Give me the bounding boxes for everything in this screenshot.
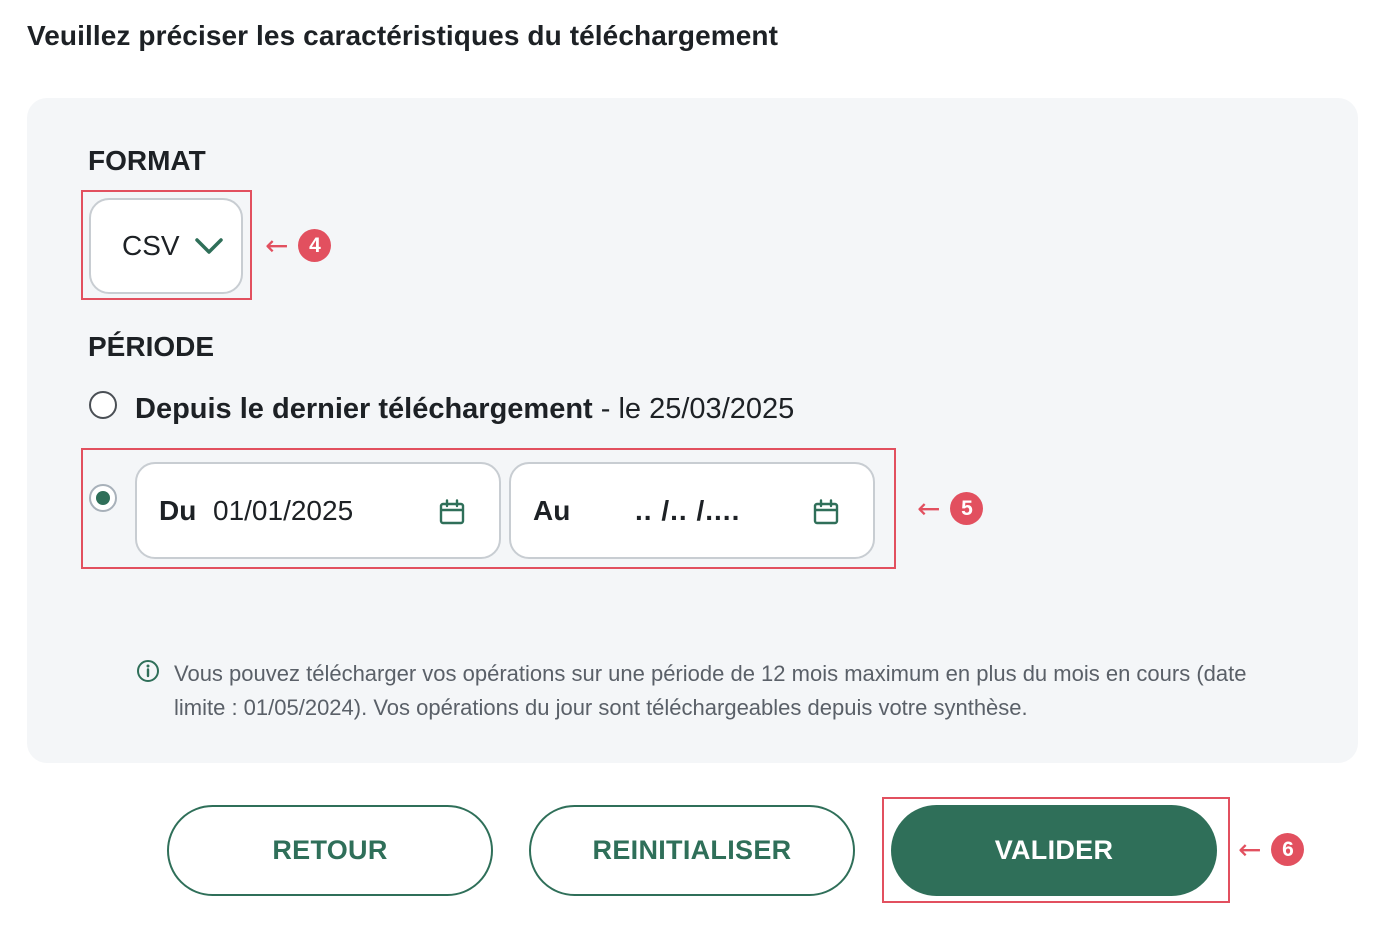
date-to-label: Au — [533, 495, 571, 526]
date-to-value: .. /.. /.... — [635, 495, 741, 526]
since-last-download-title: Depuis le dernier téléchargement — [135, 393, 593, 425]
radio-date-range[interactable] — [89, 484, 117, 512]
info-text: Vous pouvez télécharger vos opérations s… — [174, 661, 1247, 720]
format-select[interactable]: CSV — [89, 198, 243, 294]
calendar-icon[interactable] — [439, 499, 465, 526]
since-last-download-label[interactable]: Depuis le dernier téléchargement - le 25… — [135, 393, 794, 426]
format-select-value: CSV — [122, 230, 180, 261]
calendar-icon[interactable] — [813, 499, 839, 526]
reset-button[interactable]: REINITIALISER — [529, 805, 855, 896]
callout-number: 5 — [950, 492, 984, 525]
arrow-left-icon: ← — [917, 491, 941, 525]
callout-number: 6 — [1271, 833, 1305, 866]
date-from-field[interactable]: Du 01/01/2025 — [135, 462, 501, 559]
last-download-date: - le 25/03/2025 — [592, 393, 795, 425]
arrow-left-icon: ← — [1238, 832, 1262, 866]
radio-since-last-download[interactable] — [89, 391, 117, 419]
info-note: Vous pouvez télécharger vos opérations s… — [136, 657, 1284, 725]
callout-submit: ← 6 — [1238, 832, 1305, 866]
format-label: FORMAT — [88, 145, 206, 176]
submit-button[interactable]: VALIDER — [891, 805, 1217, 896]
callout-format: ← 4 — [265, 228, 332, 262]
page-title: Veuillez préciser les caractéristiques d… — [27, 20, 779, 51]
date-from-label: Du — [159, 495, 197, 526]
arrow-left-icon: ← — [265, 228, 289, 262]
back-button[interactable]: RETOUR — [167, 805, 493, 896]
date-to-field[interactable]: Au .. /.. /.... — [509, 462, 875, 559]
info-icon — [137, 660, 159, 682]
date-from-value: 01/01/2025 — [213, 495, 354, 526]
periode-label: PÉRIODE — [88, 331, 215, 362]
chevron-down-icon — [194, 238, 223, 254]
callout-number: 4 — [298, 229, 332, 262]
callout-period: ← 5 — [917, 491, 984, 525]
